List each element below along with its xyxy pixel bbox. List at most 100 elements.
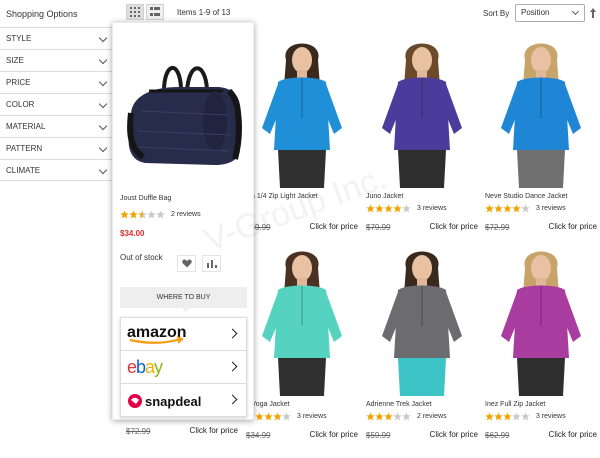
chevron-right-icon bbox=[227, 394, 238, 405]
rating-stars bbox=[485, 203, 530, 213]
product-card[interactable]: Juno Jacket 3 reviews $79.99 Click for pric… bbox=[366, 38, 478, 234]
add-to-compare-button[interactable] bbox=[202, 255, 221, 272]
product-quickview-popup: Joust Duffle Bag 2 reviews $34.00 Out of… bbox=[112, 22, 254, 420]
product-image[interactable] bbox=[485, 246, 597, 396]
retailer-amazon[interactable]: amazon bbox=[121, 318, 246, 351]
click-for-price-link[interactable]: Click for price bbox=[310, 430, 358, 439]
star-empty-icon bbox=[402, 203, 411, 212]
product-name[interactable]: Inez Full Zip Jacket bbox=[485, 401, 597, 410]
star-filled-icon bbox=[512, 203, 521, 212]
svg-text:snapdeal: snapdeal bbox=[145, 394, 201, 409]
product-image[interactable] bbox=[366, 38, 478, 188]
product-card[interactable]: e Yoga Jacket 3 reviews $34.99 Click for pr… bbox=[246, 246, 358, 442]
old-price: $62.99 bbox=[485, 431, 510, 440]
old-price: $34.99 bbox=[246, 431, 271, 440]
sort-by-select[interactable]: Position bbox=[515, 4, 585, 22]
star-filled-icon bbox=[393, 203, 402, 212]
product-name[interactable]: Adrienne Trek Jacket bbox=[366, 401, 478, 410]
filter-climate[interactable]: CLIMATE bbox=[0, 159, 112, 181]
click-for-price-link[interactable]: Click for price bbox=[549, 430, 597, 439]
old-price: $72.99 bbox=[485, 223, 510, 232]
click-for-price-link[interactable]: Click for price bbox=[430, 222, 478, 231]
star-empty-icon bbox=[282, 411, 291, 420]
click-for-price-link[interactable]: Click for price bbox=[310, 222, 358, 231]
product-image[interactable] bbox=[485, 38, 597, 188]
star-empty-icon bbox=[521, 203, 530, 212]
popup-rating: 2 reviews bbox=[120, 208, 201, 220]
star-filled-icon bbox=[264, 411, 273, 420]
reviews-link[interactable]: 3 reviews bbox=[297, 413, 327, 420]
star-filled-icon bbox=[384, 411, 393, 420]
filter-label: PATTERN bbox=[6, 144, 43, 153]
add-to-wishlist-button[interactable] bbox=[177, 255, 196, 272]
reviews-link[interactable]: 3 reviews bbox=[536, 413, 566, 420]
star-filled-icon bbox=[120, 209, 129, 218]
product-name[interactable]: via 1/4 Zip Light Jacket bbox=[246, 193, 358, 202]
filter-color[interactable]: COLOR bbox=[0, 93, 112, 115]
popup-reviews-link[interactable]: 2 reviews bbox=[171, 211, 201, 218]
filter-label: STYLE bbox=[6, 34, 32, 43]
product-name[interactable]: e Yoga Jacket bbox=[246, 401, 358, 410]
old-price: $79.99 bbox=[366, 223, 391, 232]
filter-label: SIZE bbox=[6, 56, 24, 65]
filter-pattern[interactable]: PATTERN bbox=[0, 137, 112, 159]
product-card[interactable]: Inez Full Zip Jacket 3 reviews $62.99 Click… bbox=[485, 246, 597, 442]
chevron-down-icon bbox=[98, 121, 108, 131]
chevron-down-icon bbox=[98, 33, 108, 43]
sort-by-value: Position bbox=[521, 8, 550, 17]
star-empty-icon bbox=[402, 411, 411, 420]
retailer-ebay[interactable]: ebay bbox=[121, 351, 246, 384]
product-card[interactable]: Adrienne Trek Jacket 2 reviews $59.99 Click… bbox=[366, 246, 478, 442]
filter-label: PRICE bbox=[6, 78, 31, 87]
product-image[interactable] bbox=[246, 246, 358, 396]
chevron-right-icon bbox=[227, 328, 238, 339]
list-view-button[interactable] bbox=[146, 4, 164, 20]
product-rating: 2 reviews bbox=[366, 410, 478, 422]
sort-direction-arrow-icon[interactable] bbox=[589, 7, 597, 19]
filter-label: MATERIAL bbox=[6, 122, 46, 131]
product-rating bbox=[246, 202, 358, 214]
star-empty-icon bbox=[156, 209, 165, 218]
filter-price[interactable]: PRICE bbox=[0, 71, 112, 93]
old-price: $59.99 bbox=[366, 431, 391, 440]
old-price: $72.99 bbox=[126, 427, 151, 436]
reviews-link[interactable]: 2 reviews bbox=[417, 413, 447, 420]
popup-price: $34.00 bbox=[120, 229, 145, 238]
star-filled-icon bbox=[503, 411, 512, 420]
star-filled-icon bbox=[366, 411, 375, 420]
chevron-right-icon bbox=[227, 361, 238, 372]
grid-icon bbox=[130, 7, 140, 17]
grid-view-button[interactable] bbox=[126, 4, 144, 20]
compare-icon bbox=[206, 260, 217, 268]
retailer-snapdeal[interactable]: snapdeal bbox=[121, 384, 246, 417]
reviews-link[interactable]: 3 reviews bbox=[417, 205, 447, 212]
product-name[interactable]: Neve Studio Dance Jacket bbox=[485, 193, 597, 202]
chevron-down-icon bbox=[98, 143, 108, 153]
svg-text:ebay: ebay bbox=[127, 357, 163, 377]
product-card[interactable]: Neve Studio Dance Jacket 3 reviews $72.99 C… bbox=[485, 38, 597, 234]
popup-product-name[interactable]: Joust Duffle Bag bbox=[120, 195, 171, 202]
click-for-price-link[interactable]: Click for price bbox=[549, 222, 597, 231]
product-image[interactable] bbox=[246, 38, 358, 188]
filter-material[interactable]: MATERIAL bbox=[0, 115, 112, 137]
filter-size[interactable]: SIZE bbox=[0, 49, 112, 71]
ebay-logo: ebay bbox=[127, 357, 164, 377]
hidden-product-price: $72.99 Click for price bbox=[126, 426, 238, 438]
product-rating: 3 reviews bbox=[485, 410, 597, 422]
chevron-down-icon bbox=[98, 77, 108, 87]
product-name[interactable]: Juno Jacket bbox=[366, 193, 478, 202]
click-for-price-link[interactable]: Click for price bbox=[430, 430, 478, 439]
star-filled-icon bbox=[129, 209, 138, 218]
star-empty-icon bbox=[521, 411, 530, 420]
click-for-price-link[interactable]: Click for price bbox=[190, 426, 238, 435]
product-image[interactable] bbox=[366, 246, 478, 396]
svg-text:amazon: amazon bbox=[127, 324, 187, 341]
rating-stars bbox=[120, 209, 165, 219]
product-rating: 3 reviews bbox=[246, 410, 358, 422]
filter-style[interactable]: STYLE bbox=[0, 27, 112, 49]
reviews-link[interactable]: 3 reviews bbox=[536, 205, 566, 212]
chevron-down-icon bbox=[98, 165, 108, 175]
star-filled-icon bbox=[494, 203, 503, 212]
product-card[interactable]: via 1/4 Zip Light Jacket $49.99 Click for … bbox=[246, 38, 358, 234]
star-filled-icon bbox=[503, 203, 512, 212]
